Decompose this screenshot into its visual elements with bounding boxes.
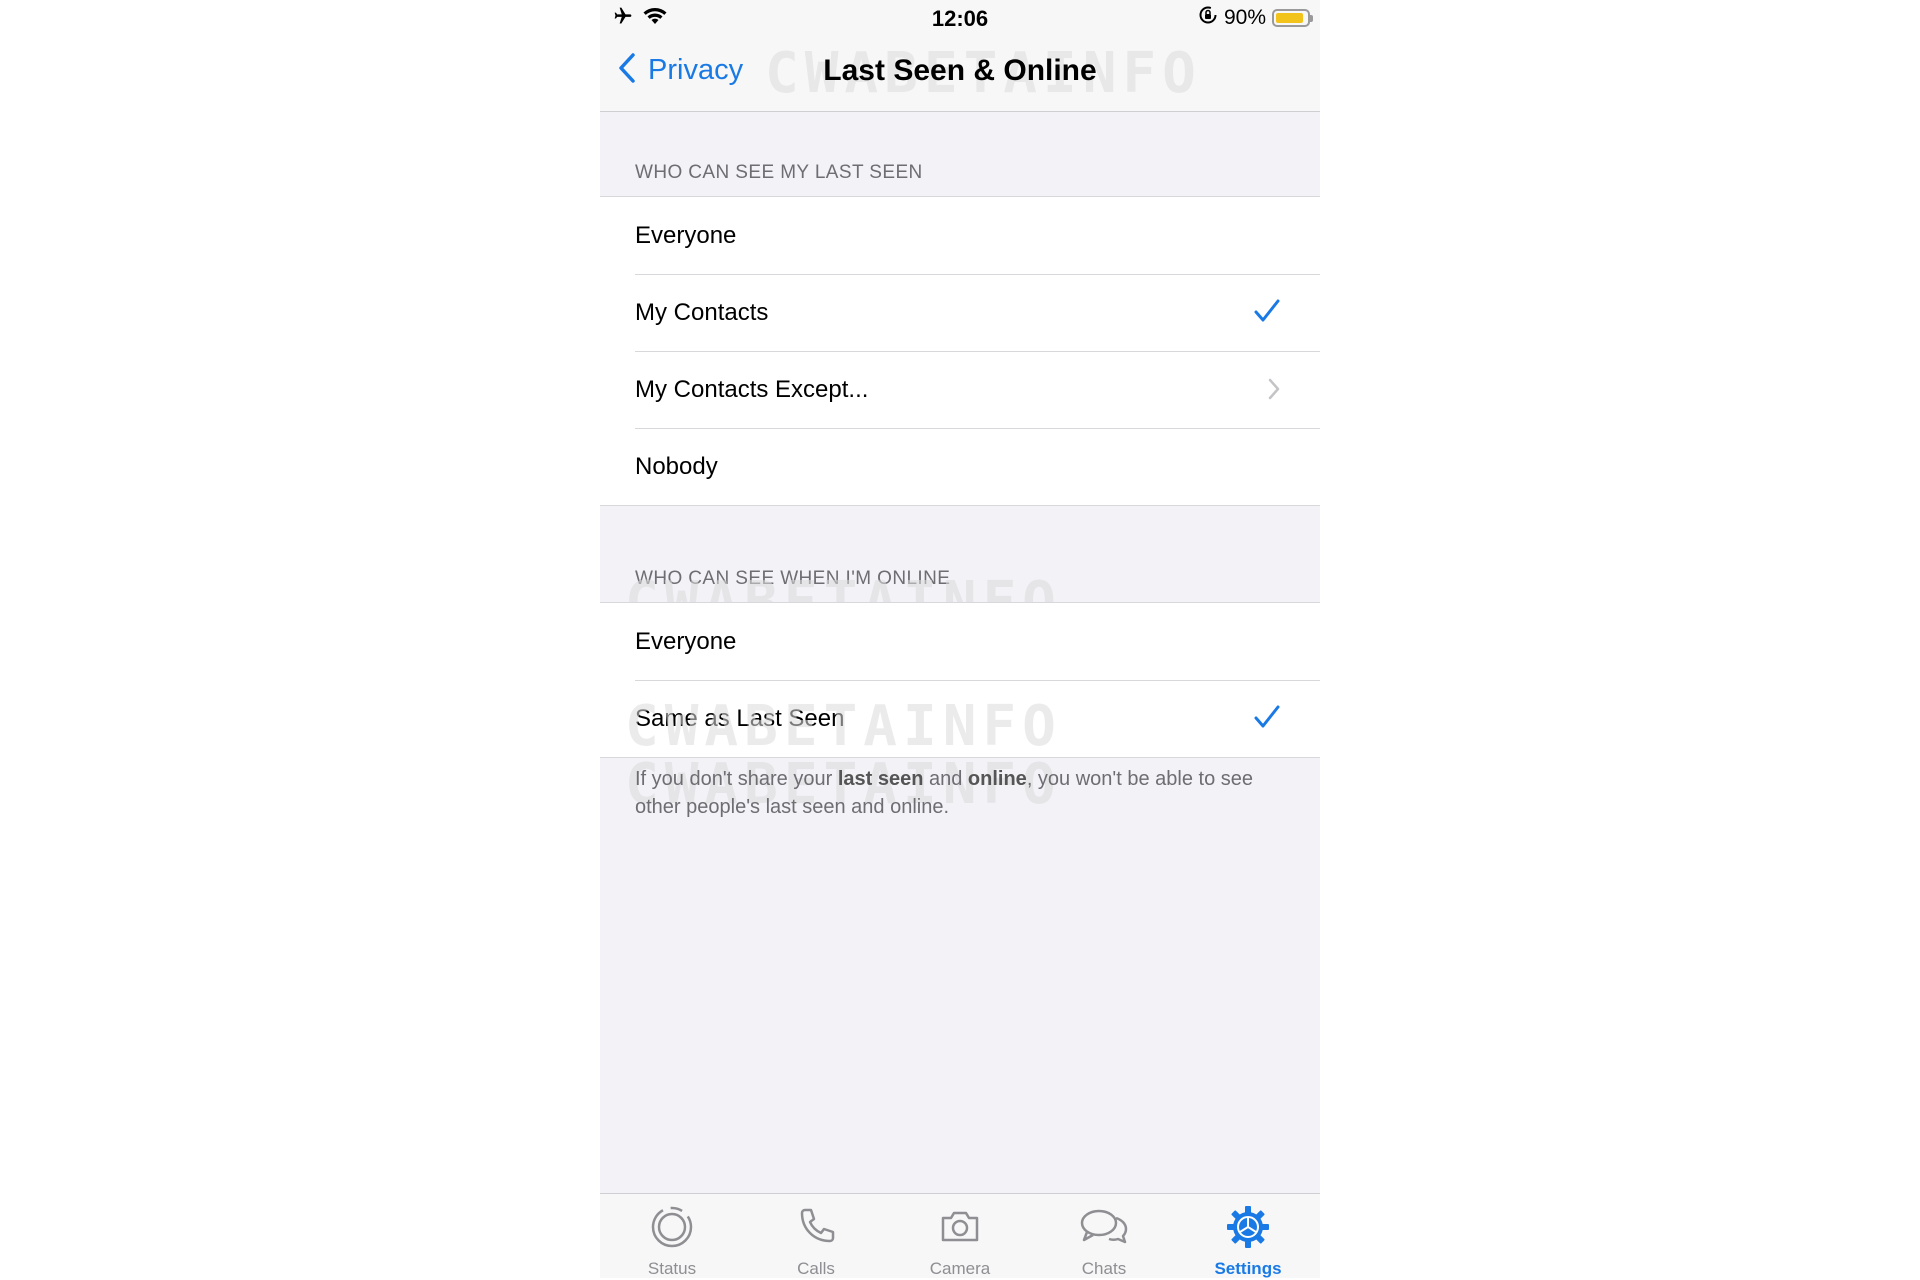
- option-label: My Contacts: [635, 298, 769, 326]
- option-label: Everyone: [635, 627, 737, 655]
- option-same-as-last-seen[interactable]: Same as Last Seen: [600, 680, 1320, 757]
- online-options: Everyone Same as Last Seen: [600, 602, 1320, 758]
- last-seen-options: Everyone My Contacts My Contacts Except.…: [600, 196, 1320, 506]
- tab-label: Status: [647, 1259, 697, 1278]
- tab-label: Calls: [797, 1259, 835, 1278]
- chats-icon: [1077, 1204, 1131, 1255]
- tab-camera[interactable]: Camera: [888, 1194, 1032, 1280]
- option-nobody[interactable]: Nobody: [600, 428, 1320, 505]
- option-label: Everyone: [635, 221, 737, 249]
- phone-icon: [793, 1204, 839, 1255]
- gear-icon: [1225, 1204, 1271, 1255]
- battery-percent: 90%: [1223, 6, 1266, 29]
- section-header-online: WHO CAN SEE WHEN I'M ONLINE: [635, 568, 951, 589]
- option-my-contacts[interactable]: My Contacts: [600, 274, 1320, 351]
- navigation-bar: Privacy CWABETAINFO Last Seen & Online: [600, 36, 1320, 112]
- tab-status[interactable]: Status: [600, 1194, 744, 1280]
- checkmark-icon: [1254, 298, 1280, 329]
- checkmark-icon: [1254, 704, 1280, 735]
- tab-label: Settings: [1214, 1259, 1282, 1278]
- battery-icon: [1272, 9, 1313, 27]
- camera-icon: [937, 1204, 983, 1255]
- option-label: Nobody: [635, 452, 718, 480]
- footer-note: If you don't share your last seen and on…: [635, 768, 1254, 818]
- tab-label: Camera: [929, 1259, 991, 1278]
- phone-screen: 12:06 90% Privacy CWABETAINFO Last Seen …: [600, 0, 1320, 1280]
- status-right: 90%: [1198, 5, 1313, 31]
- tab-calls[interactable]: Calls: [744, 1194, 888, 1280]
- tab-label: Chats: [1081, 1259, 1127, 1278]
- section-header-last-seen: WHO CAN SEE MY LAST SEEN: [635, 162, 923, 183]
- option-everyone[interactable]: Everyone: [600, 197, 1320, 274]
- page-title: Last Seen & Online: [823, 54, 1097, 87]
- status-icon: [649, 1204, 695, 1255]
- option-label: Same as Last Seen: [635, 704, 845, 732]
- battery-fill: [1276, 13, 1303, 23]
- status-bar: 12:06 90%: [600, 0, 1320, 36]
- option-my-contacts-except[interactable]: My Contacts Except...: [600, 351, 1320, 428]
- chevron-right-icon: [1268, 378, 1280, 405]
- tab-settings[interactable]: Settings: [1176, 1194, 1320, 1280]
- tab-bar: Status Calls Camera Chats Settings: [600, 1193, 1320, 1280]
- option-online-everyone[interactable]: Everyone: [600, 603, 1320, 680]
- option-label: My Contacts Except...: [635, 375, 869, 403]
- orientation-lock-icon: [1198, 5, 1218, 31]
- tab-chats[interactable]: Chats: [1032, 1194, 1176, 1280]
